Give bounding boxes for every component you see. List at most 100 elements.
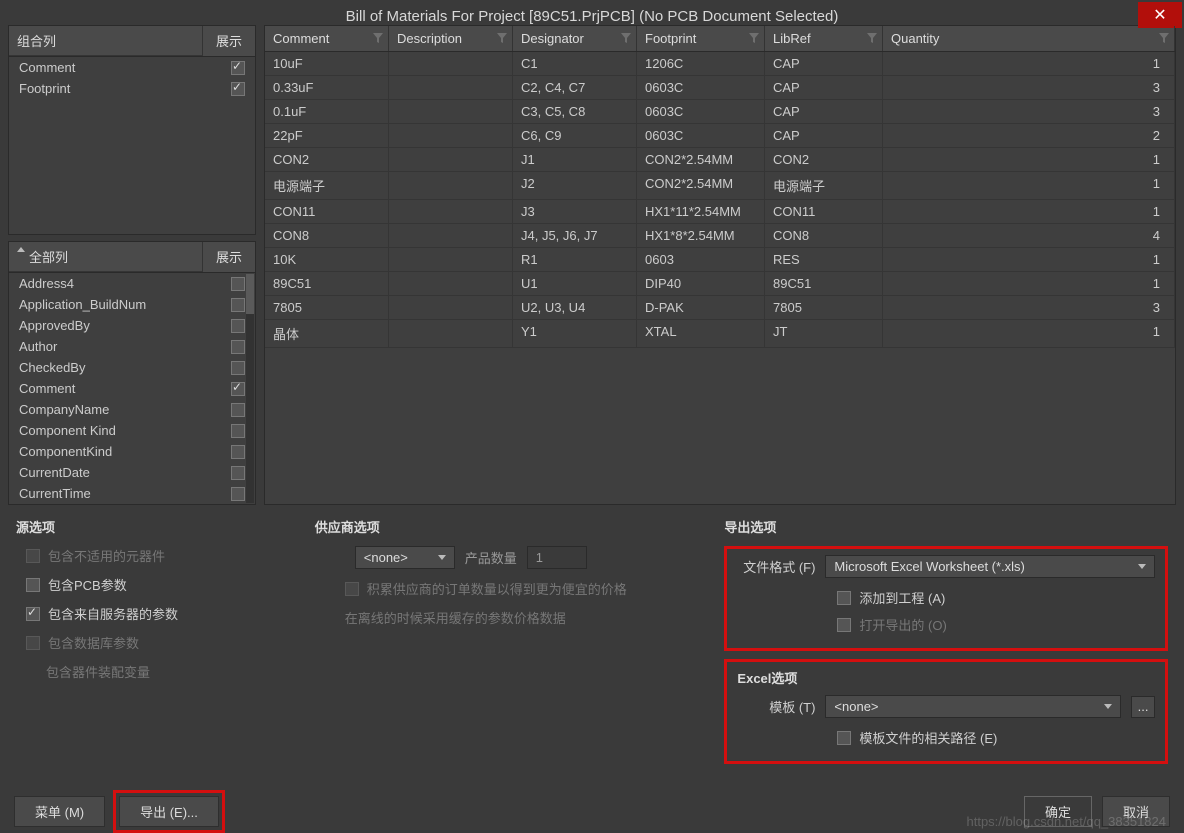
columns-scrollbar[interactable] — [246, 274, 254, 503]
cell-lib: RES — [765, 248, 883, 271]
include-pcb-checkbox[interactable] — [26, 578, 40, 592]
list-item-label: Address4 — [19, 276, 231, 291]
column-header-libref[interactable]: LibRef — [765, 26, 883, 51]
all-column-item[interactable]: ComponentKind — [9, 441, 255, 462]
show-checkbox[interactable] — [231, 361, 245, 375]
template-label: 模板 (T) — [737, 697, 815, 716]
all-columns-header[interactable]: 全部列 — [9, 242, 203, 272]
all-column-item[interactable]: Author — [9, 336, 255, 357]
cell-desc — [389, 100, 513, 123]
column-header-footprint[interactable]: Footprint — [637, 26, 765, 51]
show-checkbox[interactable] — [231, 382, 245, 396]
list-item-label: Footprint — [19, 81, 231, 96]
all-column-item[interactable]: CheckedBy — [9, 357, 255, 378]
cell-comment: 10K — [265, 248, 389, 271]
cell-desig: C2, C4, C7 — [513, 76, 637, 99]
table-row[interactable]: 22pFC6, C90603CCAP2 — [265, 124, 1175, 148]
show-checkbox[interactable] — [231, 298, 245, 312]
template-browse-button[interactable]: ... — [1131, 696, 1155, 718]
ok-button[interactable]: 确定 — [1024, 796, 1092, 827]
show-checkbox[interactable] — [231, 487, 245, 501]
cell-comment: CON11 — [265, 200, 389, 223]
list-item-label: CurrentDate — [19, 465, 231, 480]
column-header-description[interactable]: Description — [389, 26, 513, 51]
column-header-quantity[interactable]: Quantity — [883, 26, 1175, 51]
table-row[interactable]: CON8J4, J5, J6, J7HX1*8*2.54MMCON84 — [265, 224, 1175, 248]
show-checkbox[interactable] — [231, 82, 245, 96]
table-row[interactable]: 7805U2, U3, U4D-PAK78053 — [265, 296, 1175, 320]
file-format-dropdown[interactable]: Microsoft Excel Worksheet (*.xls) — [825, 555, 1155, 578]
show-checkbox[interactable] — [231, 403, 245, 417]
list-item-label: ApprovedBy — [19, 318, 231, 333]
filter-icon[interactable] — [1158, 32, 1170, 44]
product-qty-label: 产品数量 — [465, 548, 517, 567]
excel-options-title: Excel选项 — [737, 668, 1155, 687]
cell-foot: 0603C — [637, 100, 765, 123]
cell-desc — [389, 296, 513, 319]
grouped-column-item[interactable]: Comment — [9, 57, 255, 78]
relative-path-checkbox[interactable] — [837, 731, 851, 745]
source-options-title: 源选项 — [16, 517, 275, 536]
cell-desc — [389, 124, 513, 147]
show-checkbox[interactable] — [231, 424, 245, 438]
grouped-column-item[interactable]: Footprint — [9, 78, 255, 99]
all-column-item[interactable]: Comment — [9, 378, 255, 399]
filter-icon[interactable] — [866, 32, 878, 44]
list-item-label: Application_BuildNum — [19, 297, 231, 312]
table-row[interactable]: 电源端子J2CON2*2.54MM电源端子1 — [265, 172, 1175, 200]
all-column-item[interactable]: CompanyName — [9, 399, 255, 420]
supplier-options-title: 供应商选项 — [315, 517, 685, 536]
column-header-label: Quantity — [891, 31, 939, 46]
cell-desig: C3, C5, C8 — [513, 100, 637, 123]
supplier-dropdown[interactable]: <none> — [355, 546, 455, 569]
all-column-item[interactable]: Application_BuildNum — [9, 294, 255, 315]
column-header-comment[interactable]: Comment — [265, 26, 389, 51]
chevron-up-icon — [17, 247, 25, 252]
cell-foot: 1206C — [637, 52, 765, 75]
cell-desig: C6, C9 — [513, 124, 637, 147]
cell-desig: U1 — [513, 272, 637, 295]
filter-icon[interactable] — [372, 32, 384, 44]
cell-lib: 7805 — [765, 296, 883, 319]
table-row[interactable]: 10uFC11206CCAP1 — [265, 52, 1175, 76]
filter-icon[interactable] — [620, 32, 632, 44]
table-row[interactable]: 0.33uFC2, C4, C70603CCAP3 — [265, 76, 1175, 100]
filter-icon[interactable] — [748, 32, 760, 44]
all-column-item[interactable]: ApprovedBy — [9, 315, 255, 336]
column-header-label: Description — [397, 31, 462, 46]
show-checkbox[interactable] — [231, 319, 245, 333]
all-column-item[interactable]: CurrentDate — [9, 462, 255, 483]
all-show-header[interactable]: 展示 — [203, 242, 255, 272]
accumulate-orders-label: 积累供应商的订单数量以得到更为便宜的价格 — [367, 579, 627, 598]
grouped-show-header[interactable]: 展示 — [203, 26, 255, 56]
show-checkbox[interactable] — [231, 445, 245, 459]
cell-foot: XTAL — [637, 320, 765, 347]
show-checkbox[interactable] — [231, 277, 245, 291]
table-row[interactable]: 89C51U1DIP4089C511 — [265, 272, 1175, 296]
cell-desc — [389, 148, 513, 171]
show-checkbox[interactable] — [231, 340, 245, 354]
table-row[interactable]: CON11J3HX1*11*2.54MMCON111 — [265, 200, 1175, 224]
include-server-label: 包含来自服务器的参数 — [48, 604, 178, 623]
column-header-designator[interactable]: Designator — [513, 26, 637, 51]
table-row[interactable]: 0.1uFC3, C5, C80603CCAP3 — [265, 100, 1175, 124]
add-to-project-checkbox[interactable] — [837, 591, 851, 605]
include-server-checkbox[interactable] — [26, 607, 40, 621]
template-dropdown[interactable]: <none> — [825, 695, 1121, 718]
grouped-columns-header[interactable]: 组合列 — [9, 26, 203, 56]
product-qty-input[interactable] — [527, 546, 587, 569]
export-button[interactable]: 导出 (E)... — [119, 796, 219, 827]
menu-button[interactable]: 菜单 (M) — [14, 796, 105, 827]
cancel-button[interactable]: 取消 — [1102, 796, 1170, 827]
filter-icon[interactable] — [496, 32, 508, 44]
table-row[interactable]: CON2J1CON2*2.54MMCON21 — [265, 148, 1175, 172]
all-column-item[interactable]: CurrentTime — [9, 483, 255, 504]
cell-comment: 22pF — [265, 124, 389, 147]
show-checkbox[interactable] — [231, 466, 245, 480]
table-row[interactable]: 晶体Y1XTALJT1 — [265, 320, 1175, 348]
table-row[interactable]: 10KR10603RES1 — [265, 248, 1175, 272]
all-column-item[interactable]: Component Kind — [9, 420, 255, 441]
all-column-item[interactable]: Address4 — [9, 273, 255, 294]
show-checkbox[interactable] — [231, 61, 245, 75]
close-button[interactable]: ✕ — [1138, 2, 1182, 28]
